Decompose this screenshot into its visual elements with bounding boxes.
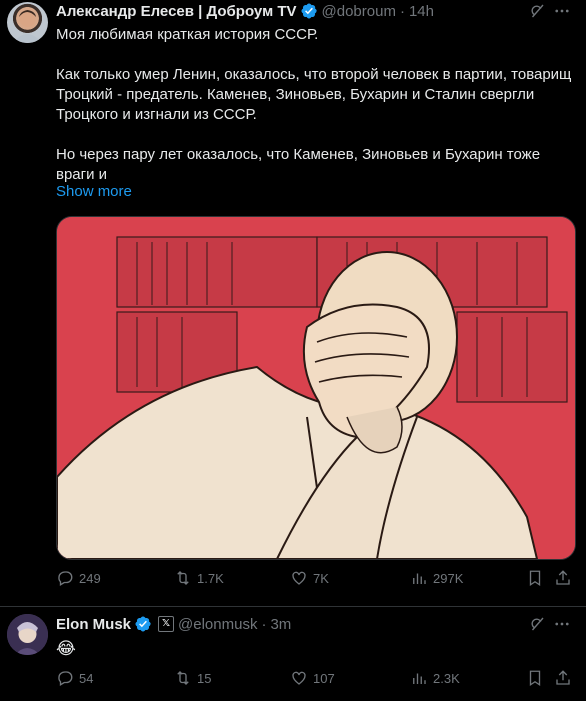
timestamp[interactable]: 3m bbox=[270, 616, 291, 633]
show-more-link[interactable]: Show more bbox=[56, 183, 132, 200]
x-affiliation-icon[interactable]: 𝕏 bbox=[158, 616, 175, 632]
more-options-icon[interactable] bbox=[553, 2, 571, 20]
tweet-dobroum[interactable]: Александр Елесев | Доброум TV @dobroum ·… bbox=[0, 0, 586, 607]
like-count: 107 bbox=[313, 670, 335, 686]
verified-badge-icon[interactable] bbox=[300, 2, 318, 20]
share-button[interactable] bbox=[554, 669, 572, 687]
grok-icon[interactable] bbox=[528, 2, 546, 20]
tweet-actions: 54 15 107 2.3K bbox=[56, 669, 576, 689]
author-name[interactable]: Александр Елесев | Доброум TV bbox=[56, 3, 297, 20]
repost-count: 15 bbox=[197, 670, 212, 686]
views-chart-icon bbox=[413, 673, 426, 684]
share-button[interactable] bbox=[554, 569, 572, 587]
reply-button[interactable]: 54 bbox=[56, 669, 93, 687]
heart-icon bbox=[292, 671, 306, 685]
repost-count: 1.7K bbox=[197, 570, 224, 586]
tweet-actions: 249 1.7K 7K 297K bbox=[56, 569, 576, 589]
views-chart-icon bbox=[413, 573, 426, 584]
repost-button[interactable]: 1.7K bbox=[174, 569, 224, 587]
views-button[interactable]: 2.3K bbox=[410, 669, 460, 687]
avatar[interactable] bbox=[7, 2, 48, 43]
bookmark-button[interactable] bbox=[526, 669, 544, 687]
share-icon bbox=[556, 570, 570, 585]
bookmark-button[interactable] bbox=[526, 569, 544, 587]
repost-button[interactable]: 15 bbox=[174, 669, 211, 687]
repost-icon bbox=[177, 671, 189, 685]
reply-count: 249 bbox=[79, 570, 101, 586]
more-options-icon[interactable] bbox=[553, 615, 571, 633]
author-handle[interactable]: @elonmusk bbox=[178, 616, 257, 633]
separator-dot: · bbox=[399, 2, 405, 20]
reply-icon bbox=[58, 671, 73, 686]
avatar[interactable] bbox=[7, 614, 48, 655]
tweet-elonmusk[interactable]: Elon Musk 𝕏 @elonmusk · 3m 😂 54 15 107 2… bbox=[0, 607, 586, 701]
tweet-image[interactable] bbox=[56, 216, 576, 560]
separator-dot: · bbox=[261, 615, 267, 633]
like-button[interactable]: 7K bbox=[290, 569, 329, 587]
tweet-header: Elon Musk 𝕏 @elonmusk · 3m bbox=[56, 613, 291, 635]
heart-icon bbox=[292, 571, 306, 585]
like-count: 7K bbox=[313, 570, 329, 586]
timestamp[interactable]: 14h bbox=[409, 3, 434, 20]
bookmark-icon bbox=[529, 570, 541, 587]
tweet-text: 😂 bbox=[56, 639, 76, 658]
views-count: 2.3K bbox=[433, 670, 460, 686]
reply-button[interactable]: 249 bbox=[56, 569, 101, 587]
like-button[interactable]: 107 bbox=[290, 669, 335, 687]
views-button[interactable]: 297K bbox=[410, 569, 463, 587]
tweet-header: Александр Елесев | Доброум TV @dobroum ·… bbox=[56, 0, 434, 22]
reply-count: 54 bbox=[79, 670, 94, 686]
author-handle[interactable]: @dobroum bbox=[322, 3, 396, 20]
author-name[interactable]: Elon Musk bbox=[56, 616, 131, 633]
reply-icon bbox=[58, 571, 73, 586]
facepalm-illustration-icon bbox=[57, 217, 575, 559]
share-icon bbox=[556, 670, 570, 685]
repost-icon bbox=[177, 571, 189, 585]
tweet-text: Моя любимая краткая история СССР. Как то… bbox=[56, 26, 572, 183]
grok-icon[interactable] bbox=[528, 615, 546, 633]
bookmark-icon bbox=[529, 670, 541, 687]
views-count: 297K bbox=[433, 570, 464, 586]
verified-badge-icon[interactable] bbox=[134, 615, 152, 633]
